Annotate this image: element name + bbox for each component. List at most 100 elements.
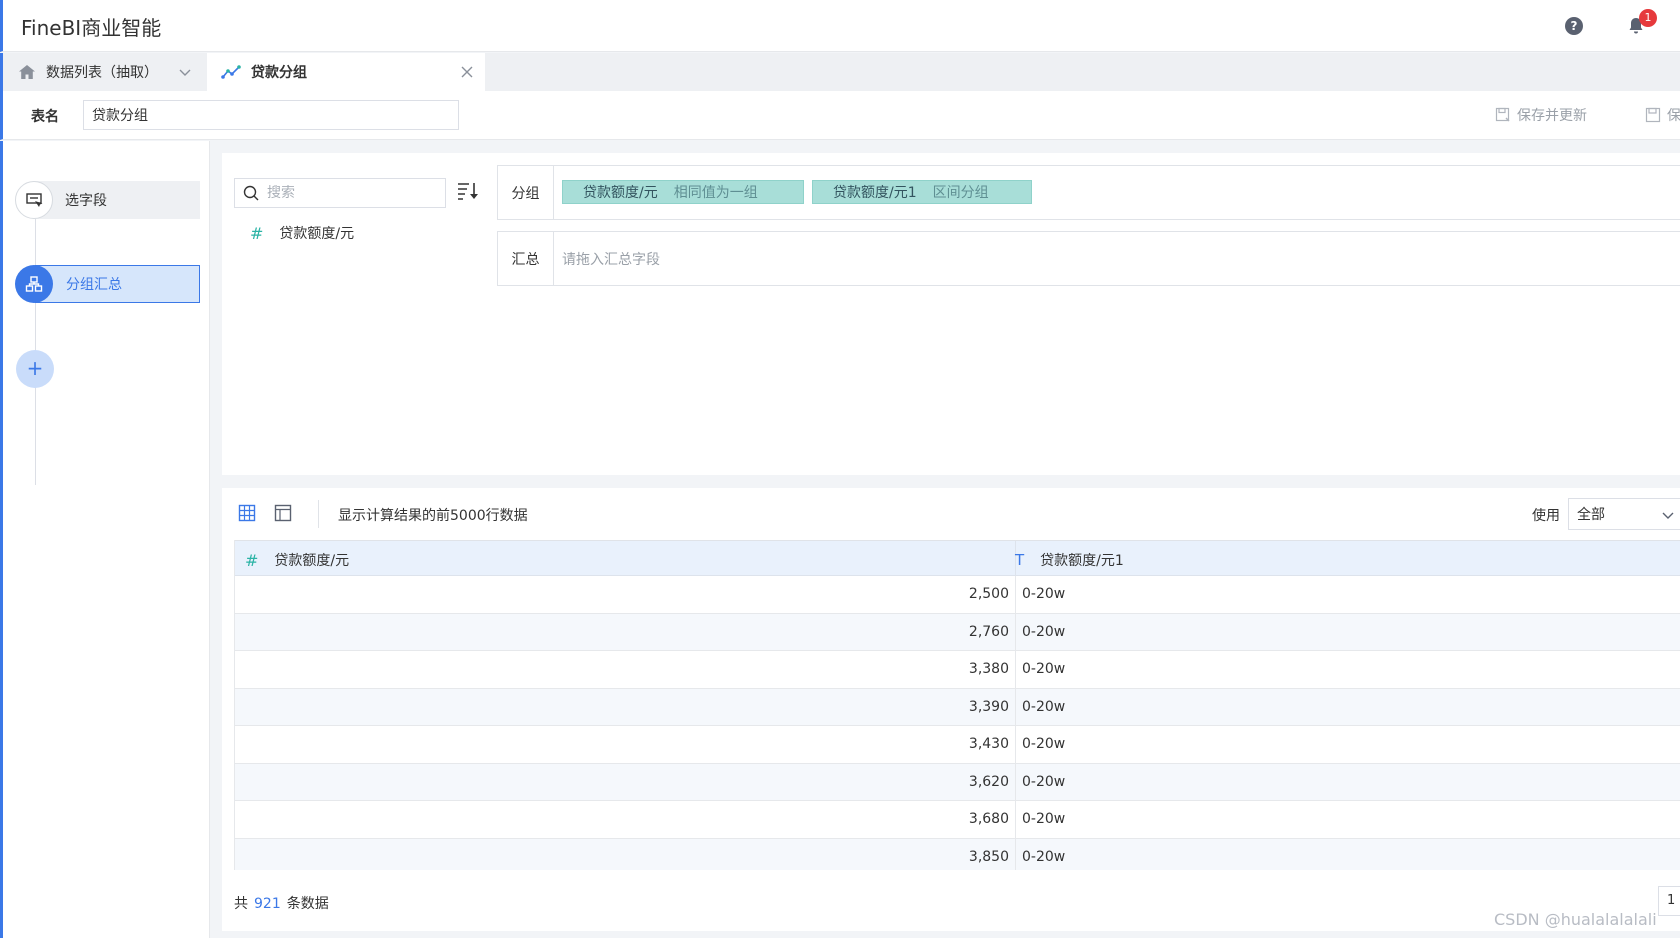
cell-range: 0-20w — [1022, 848, 1066, 865]
use-select-value: 全部 — [1577, 507, 1605, 523]
chevron-down-icon[interactable] — [178, 65, 192, 79]
line-chart-icon — [221, 65, 241, 79]
cell-divider — [1015, 801, 1016, 838]
tab-label: 贷款分组 — [251, 65, 307, 81]
cell-range: 0-20w — [1022, 773, 1066, 790]
chevron-down-icon — [1662, 512, 1674, 519]
toolbar-divider — [318, 500, 319, 528]
table-name-input[interactable] — [83, 100, 459, 130]
cell-amount: 3,430 — [968, 736, 1009, 752]
cell-divider — [1015, 688, 1016, 726]
home-icon — [19, 65, 35, 79]
use-select[interactable]: 全部 — [1568, 498, 1680, 530]
total-count: 共 921 条数据 — [234, 893, 329, 913]
total-prefix: 共 — [234, 896, 248, 912]
cell-amount: 3,390 — [968, 698, 1009, 715]
summary-placeholder: 请拖入汇总字段 — [562, 252, 660, 268]
cell-amount: 2,500 — [968, 586, 1009, 602]
table-row: 3,430 0-20w — [235, 726, 1680, 764]
cell-divider — [1015, 576, 1016, 613]
cell-amount: 2,760 — [968, 623, 1009, 640]
number-type-icon: # — [250, 223, 264, 243]
chip-field: 贷款额度/元 — [583, 185, 658, 201]
text-type-icon: T — [1015, 551, 1025, 569]
column-name: 贷款额度/元 — [274, 553, 350, 569]
cell-amount: 3,680 — [968, 811, 1009, 827]
table-name-label: 表名 — [31, 109, 59, 125]
summary-drop-zone[interactable]: 汇总 请拖入汇总字段 — [497, 231, 1680, 286]
tab-data-list[interactable]: 数据列表（抽取） — [6, 53, 206, 91]
table-header: # 贷款额度/元 T 贷款额度/元1 — [235, 540, 1680, 577]
table-row: 2,500 0-20w — [235, 576, 1680, 614]
cell-range: 0-20w — [1022, 586, 1066, 602]
cell-range: 0-20w — [1022, 736, 1066, 752]
cell-range: 0-20w — [1022, 698, 1066, 715]
table-row: 3,620 0-20w — [235, 763, 1680, 801]
group-drop-zone[interactable]: 分组 贷款额度/元 相同值为一组 贷款额度/元1 区间分组 — [497, 165, 1680, 220]
group-chip[interactable]: 贷款额度/元1 区间分组 — [812, 180, 1032, 204]
step-select-fields[interactable]: 选字段 — [15, 181, 200, 219]
tab-bar: 数据列表（抽取） 贷款分组 — [0, 53, 1680, 91]
step-group-summary[interactable]: 分组汇总 — [15, 265, 200, 303]
total-suffix: 条数据 — [286, 896, 329, 912]
tab-loan-group[interactable]: 贷款分组 — [207, 53, 485, 91]
save-update-icon — [1495, 107, 1510, 122]
sort-icon[interactable] — [454, 179, 482, 205]
group-chip[interactable]: 贷款额度/元 相同值为一组 — [562, 180, 804, 204]
help-icon[interactable]: ? — [1565, 17, 1583, 35]
cell-divider — [1015, 613, 1016, 651]
use-label: 使用 — [1532, 508, 1560, 524]
step-label: 选字段 — [35, 181, 200, 219]
cell-divider — [1015, 651, 1016, 688]
cell-divider — [1015, 726, 1016, 763]
cell-amount: 3,380 — [968, 661, 1009, 677]
search-icon — [243, 185, 259, 201]
select-fields-icon — [15, 181, 53, 219]
layout-view-icon[interactable] — [274, 504, 292, 522]
table-view-icon[interactable] — [238, 504, 256, 522]
app-title: FineBI商业智能 — [21, 16, 162, 40]
summary-label: 汇总 — [498, 232, 554, 285]
step-panel: 选字段 分组汇总 + — [0, 141, 210, 938]
chip-field: 贷款额度/元1 — [833, 185, 917, 201]
column-header[interactable]: # 贷款额度/元 — [245, 550, 349, 570]
cell-range: 0-20w — [1022, 623, 1066, 640]
table-row: 3,850 0-20w — [235, 838, 1680, 870]
save-and-update-label: 保存并更新 — [1517, 108, 1587, 124]
step-label: 分组汇总 — [35, 265, 200, 303]
chip-method: 区间分组 — [932, 185, 989, 201]
search-input[interactable] — [267, 185, 427, 201]
column-name: 贷款额度/元1 — [1040, 553, 1124, 569]
table-row: 3,390 0-20w — [235, 688, 1680, 726]
config-panel: # 贷款额度/元 分组 贷款额度/元 相同值为一组 贷款额度/元1 区间分组 汇… — [222, 153, 1680, 475]
field-item[interactable]: # 贷款额度/元 — [250, 223, 354, 243]
field-name: 贷款额度/元 — [279, 226, 355, 242]
group-summary-icon — [15, 265, 53, 303]
tab-label: 数据列表（抽取） — [46, 65, 158, 81]
preview-table: # 贷款额度/元 T 贷款额度/元1 2,500 0-20w 2,760 0-20w… — [234, 540, 1680, 870]
page-input[interactable]: 1 — [1658, 886, 1680, 916]
close-icon[interactable] — [459, 64, 475, 80]
add-step-button[interactable]: + — [16, 350, 54, 388]
preview-toolbar: 显示计算结果的前5000行数据 使用 全部 — [222, 488, 1680, 540]
watermark: CSDN @hualalalalali — [1494, 910, 1657, 929]
notification-badge: 1 — [1639, 9, 1657, 27]
table-row: 3,680 0-20w — [235, 801, 1680, 839]
cell-divider — [1015, 838, 1016, 870]
table-row: 2,760 0-20w — [235, 613, 1680, 651]
field-search[interactable] — [234, 178, 446, 208]
column-header[interactable]: T 贷款额度/元1 — [1015, 550, 1124, 570]
chip-method: 相同值为一组 — [673, 185, 758, 201]
save-and-update-button[interactable]: 保存并更新 — [1495, 105, 1587, 125]
preview-description: 显示计算结果的前5000行数据 — [338, 508, 528, 524]
cell-amount: 3,620 — [968, 773, 1009, 790]
cell-amount: 3,850 — [968, 848, 1009, 865]
preview-panel: 显示计算结果的前5000行数据 使用 全部 # 贷款额度/元 T 贷款额度/元1… — [222, 488, 1680, 931]
table-name-bar: 表名 保存并更新 保 — [0, 91, 1680, 140]
table-body: 2,500 0-20w 2,760 0-20w 3,380 0-20w 3,390 0-… — [235, 576, 1680, 870]
total-number: 921 — [254, 896, 281, 912]
step-connector — [35, 199, 36, 485]
save-button[interactable]: 保 — [1645, 105, 1680, 125]
table-row: 3,380 0-20w — [235, 651, 1680, 689]
top-bar: FineBI商业智能 ? 1 — [0, 0, 1680, 52]
